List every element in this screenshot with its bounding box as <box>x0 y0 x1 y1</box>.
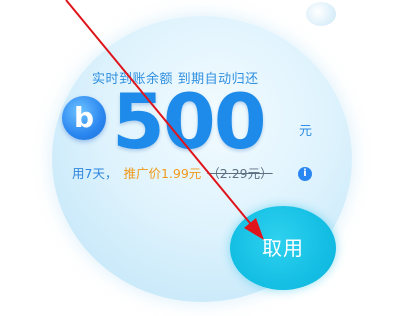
original-price: （2.29元） <box>207 166 273 181</box>
amount-unit: 元 <box>299 124 313 139</box>
promo-card-screen: 实时到账余额 到期自动归还 b 500 元 用7天， 推广价1.99元 （2.29元… <box>0 0 413 316</box>
decorative-bubble-small <box>306 2 336 26</box>
claim-button-label: 取用 <box>262 236 304 260</box>
balance-amount: 500 <box>112 77 267 166</box>
coin-glyph: b <box>73 101 95 134</box>
duration-text: 用7天， <box>72 166 118 181</box>
coin-icon: b <box>62 96 106 140</box>
promo-price: 推广价1.99元 <box>123 166 202 181</box>
price-line: 用7天， 推广价1.99元 （2.29元） <box>72 166 273 182</box>
info-icon[interactable]: i <box>298 167 312 181</box>
claim-button[interactable]: 取用 <box>230 206 336 290</box>
